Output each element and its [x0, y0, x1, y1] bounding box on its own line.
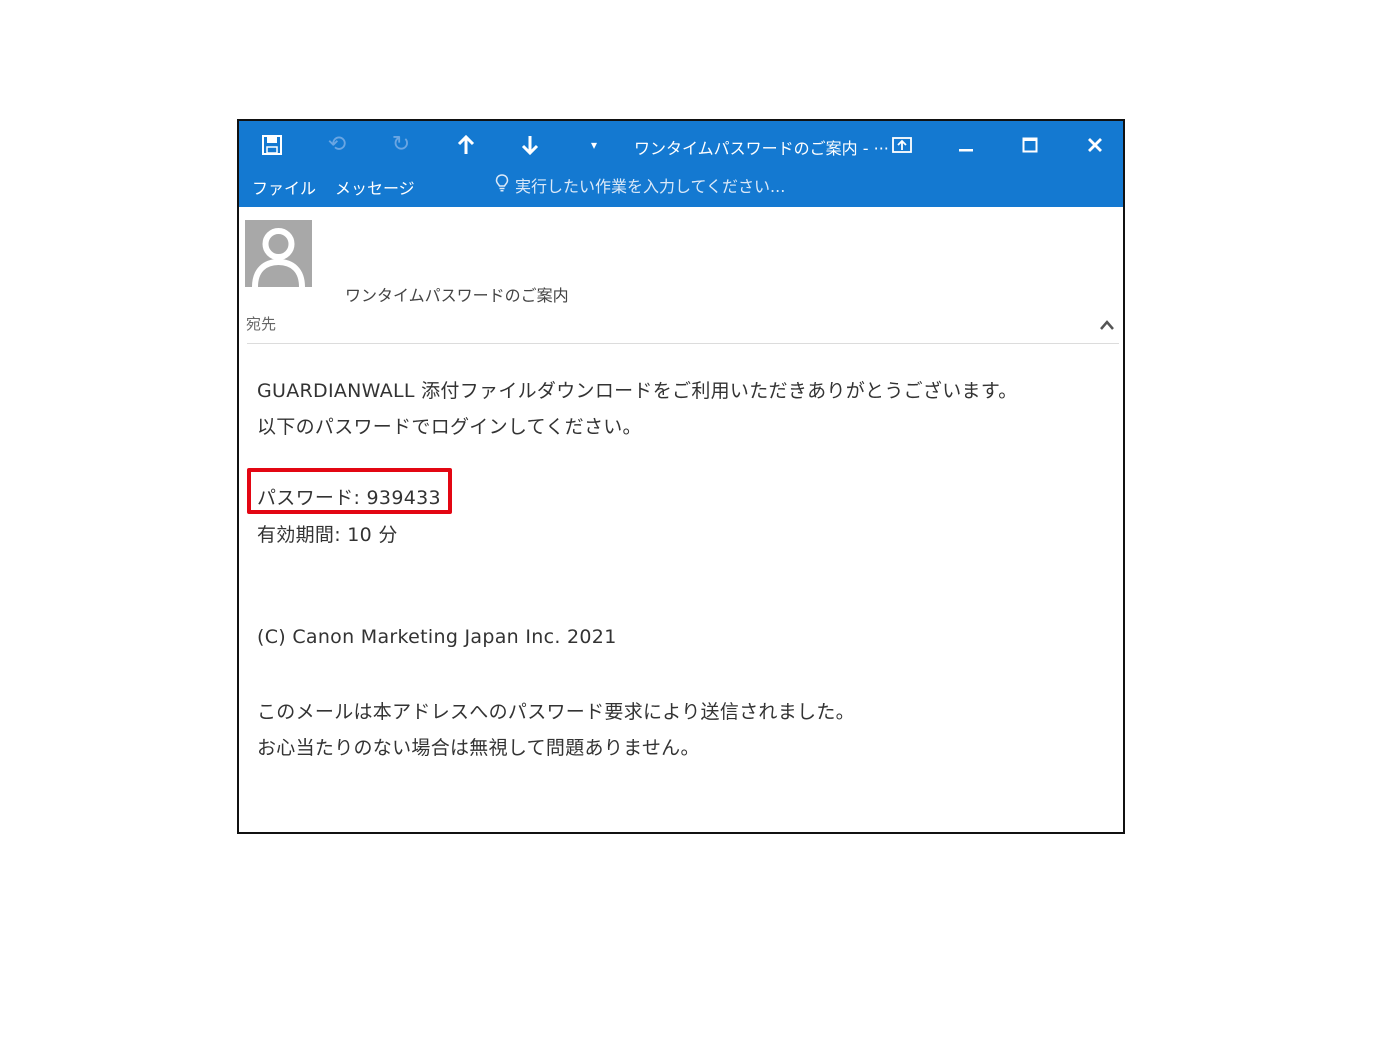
tell-me-placeholder: 実行したい作業を入力してください... [515, 177, 786, 196]
close-icon[interactable] [1075, 130, 1115, 160]
notice-line-1: このメールは本アドレスへのパスワード要求により送信されました。 [257, 701, 855, 723]
message-header: ワンタイムパスワードのご案内 宛先 [239, 207, 1123, 347]
title-bar: ⟲ ↻ ▾ ワンタイムパスワードのご案内 - ··· ファイル メッセージ 実行… [239, 121, 1123, 207]
customize-toolbar-icon[interactable]: ▾ [574, 130, 614, 160]
body-greeting: GUARDIANWALL 添付ファイルダウンロードをご利用いただきありがとうござ… [257, 380, 1018, 402]
previous-item-icon[interactable] [446, 130, 486, 160]
body-instruction: 以下のパスワードでログインしてください。 [257, 416, 642, 438]
minimize-icon[interactable] [946, 130, 986, 160]
to-label: 宛先 [246, 315, 277, 333]
copyright-text: (C) Canon Marketing Japan Inc. 2021 [257, 626, 617, 648]
ribbon-display-options-icon[interactable] [882, 130, 922, 160]
redo-icon[interactable]: ↻ [381, 130, 421, 160]
header-divider [247, 343, 1119, 344]
lightbulb-icon [495, 174, 509, 196]
menu-message[interactable]: メッセージ [335, 175, 415, 199]
window-title: ワンタイムパスワードのご案内 - ··· [634, 139, 889, 158]
notice-line-2: お心当たりのない場合は無視して問題ありません。 [257, 737, 700, 759]
maximize-icon[interactable] [1010, 130, 1050, 160]
password-text: パスワード: 939433 [257, 487, 441, 509]
collapse-header-icon[interactable] [1095, 313, 1119, 337]
undo-icon[interactable]: ⟲ [317, 130, 357, 160]
tell-me-search[interactable]: 実行したい作業を入力してください... [495, 173, 785, 197]
next-item-icon[interactable] [510, 130, 550, 160]
message-subject: ワンタイムパスワードのご案内 [345, 286, 569, 305]
menu-file[interactable]: ファイル [252, 175, 316, 199]
validity-text: 有効期間: 10 分 [257, 524, 398, 546]
contact-avatar[interactable] [245, 220, 312, 287]
save-icon[interactable] [252, 130, 292, 160]
email-window: ⟲ ↻ ▾ ワンタイムパスワードのご案内 - ··· ファイル メッセージ 実行… [237, 119, 1125, 834]
